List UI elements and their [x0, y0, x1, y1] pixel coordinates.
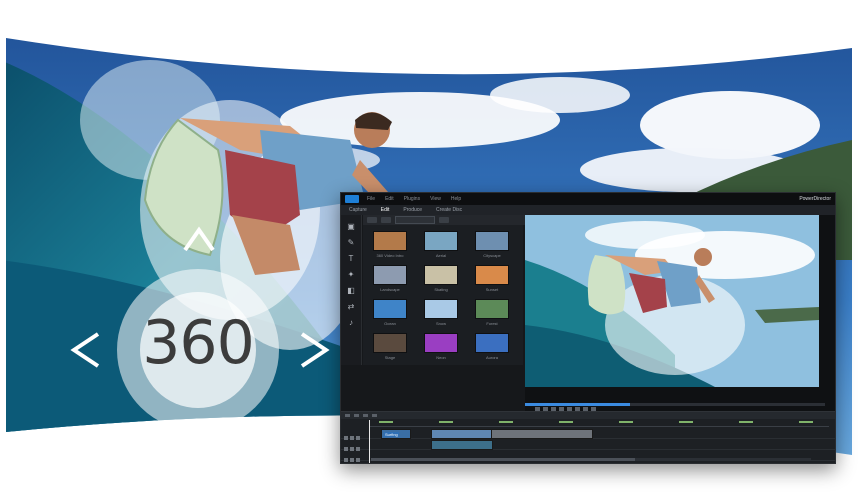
chevron-up-icon: [183, 226, 215, 252]
badge-arrows: [70, 226, 330, 482]
promo-scene: File Edit Plugins View Help PowerDirecto…: [0, 0, 858, 500]
chevron-down-icon: [183, 454, 215, 482]
chevron-right-icon: [300, 332, 330, 368]
chevron-left-icon: [70, 332, 100, 368]
